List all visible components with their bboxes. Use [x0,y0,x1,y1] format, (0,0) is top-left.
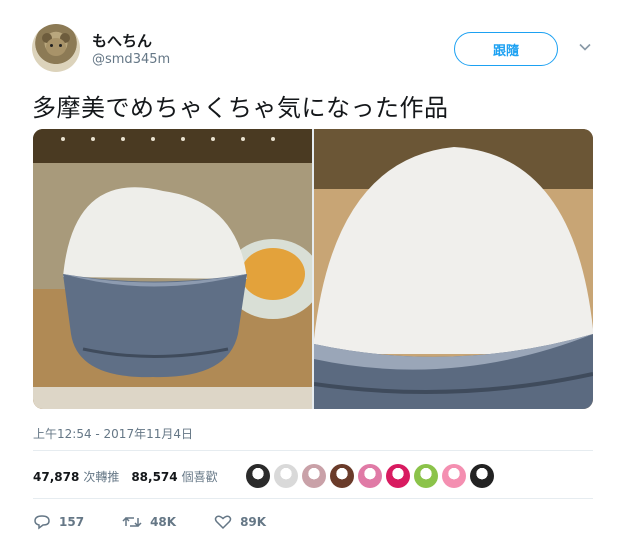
liker-avatar[interactable] [358,464,382,488]
liker-avatar[interactable] [442,464,466,488]
photo-rice-bowl-left[interactable] [33,129,312,409]
user-handle[interactable]: @smd345m [92,52,170,67]
photo-rice-bowl-right[interactable] [314,129,593,409]
tweet-actions: 157 48K 89K [33,514,304,530]
tweet-timestamp[interactable]: 上午12:54 - 2017年11月4日 [33,425,193,442]
like-button[interactable]: 89K [214,514,266,530]
divider [33,450,593,451]
tweet-stats: 47,878 次轉推 88,574 個喜歡 [33,468,230,485]
retweet-icon [122,516,142,528]
like-count: 88,574 [131,470,178,484]
retweet-label: 次轉推 [83,470,120,484]
retweet-stat[interactable]: 47,878 次轉推 [33,468,119,485]
liker-avatar[interactable] [274,464,298,488]
like-stat[interactable]: 88,574 個喜歡 [131,468,217,485]
retweet-button[interactable]: 48K [122,514,176,530]
like-label: 個喜歡 [181,470,218,484]
divider [33,498,593,499]
reply-icon [34,515,50,530]
follow-button[interactable]: 跟隨 [454,32,558,66]
tweet-text: 多摩美でめちゃくちゃ気になった作品 [32,94,449,122]
liker-avatar[interactable] [302,464,326,488]
reply-count: 157 [59,515,85,529]
avatar[interactable] [32,24,80,72]
retweet-count: 47,878 [33,470,80,484]
avatar-eye [59,44,62,47]
like-action-count: 89K [240,515,267,529]
chevron-down-icon[interactable] [578,40,592,54]
liker-avatar[interactable] [386,464,410,488]
likers-avatars [246,464,494,488]
retweet-action-count: 48K [150,515,177,529]
liker-avatar[interactable] [414,464,438,488]
liker-avatar[interactable] [470,464,494,488]
photo-rice-bowl-right-image [314,129,593,409]
avatar-face [46,38,66,56]
heart-icon [214,515,232,530]
media-grid[interactable] [33,129,593,409]
display-name[interactable]: もへちん [92,30,152,51]
liker-avatar[interactable] [246,464,270,488]
photo-rice-bowl-left-image [33,129,312,409]
reply-button[interactable]: 157 [33,514,84,530]
liker-avatar[interactable] [330,464,354,488]
avatar-eye [50,44,53,47]
